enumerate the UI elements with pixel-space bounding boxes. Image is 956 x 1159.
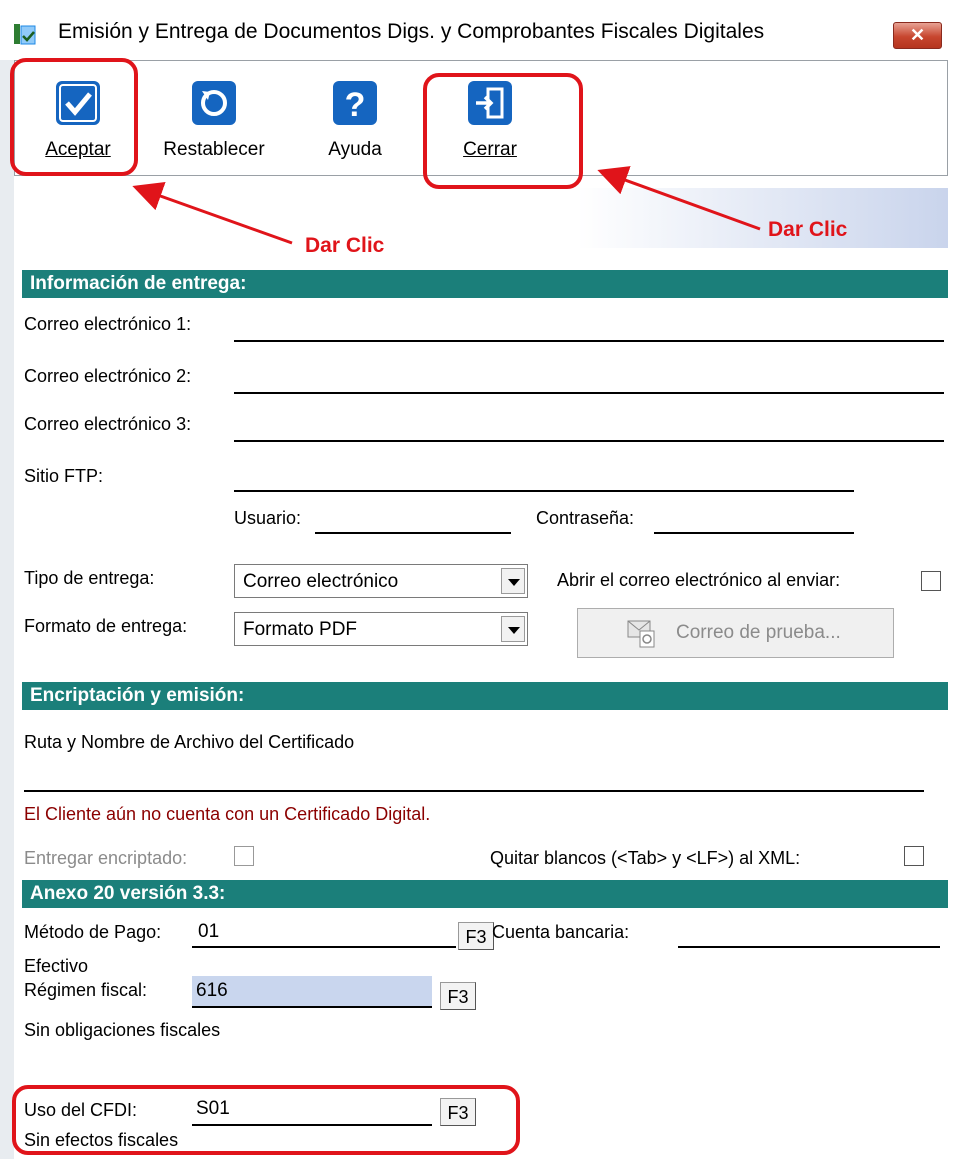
delivery-type-select[interactable]: Correo electrónico [234,564,528,598]
payment-method-f3-button[interactable]: F3 [458,922,494,950]
chevron-down-icon[interactable] [501,568,525,594]
payment-method-field[interactable]: 01 [192,916,456,948]
encrypted-checkbox[interactable] [234,846,254,866]
section-anexo: Anexo 20 versión 3.3: [22,880,948,908]
cert-path-label: Ruta y Nombre de Archivo del Certificado [24,732,355,752]
strip-blanks-label: Quitar blancos (<Tab> y <LF>) al XML: [490,848,801,868]
password-field[interactable] [654,502,854,534]
encrypted-label: Entregar encriptado: [24,848,188,868]
cert-warning: El Cliente aún no cuenta con un Certific… [24,804,431,824]
annotation-arrows [132,166,761,245]
payment-method-desc: Efectivo [24,956,89,976]
user-field[interactable] [315,502,511,534]
bank-account-label: Cuenta bancaria: [492,922,630,942]
highlight-cfdi [12,1085,520,1155]
cert-path-field[interactable] [24,760,924,792]
regime-field[interactable]: 616 [192,976,432,1008]
bank-account-field[interactable] [678,916,940,948]
password-label: Contraseña: [536,508,635,528]
email1-field[interactable] [234,310,944,342]
test-email-button[interactable]: Correo de prueba... [577,608,894,658]
chevron-down-icon[interactable] [501,616,525,642]
envelope-icon [627,620,655,648]
annotation-click-right: Dar Clic [768,218,848,241]
format-label: Formato de entrega: [24,616,188,636]
dialog-window: Emisión y Entrega de Documentos Digs. y … [0,0,956,1159]
email3-label: Correo electrónico 3: [24,414,192,434]
email2-field[interactable] [234,362,944,394]
ftp-field[interactable] [234,460,854,492]
annotation-click-left: Dar Clic [305,234,385,257]
email2-label: Correo electrónico 2: [24,366,192,386]
section-delivery: Información de entrega: [22,270,948,298]
user-label: Usuario: [234,508,302,528]
regime-label: Régimen fiscal: [24,980,148,1000]
regime-desc: Sin obligaciones fiscales [24,1020,221,1040]
regime-f3-button[interactable]: F3 [440,982,476,1010]
delivery-type-label: Tipo de entrega: [24,568,155,588]
payment-method-label: Método de Pago: [24,922,162,942]
test-email-label: Correo de prueba... [676,622,841,643]
format-select[interactable]: Formato PDF [234,612,528,646]
open-email-checkbox[interactable] [921,571,941,591]
strip-blanks-checkbox[interactable] [904,846,924,866]
section-encryption: Encriptación y emisión: [22,682,948,710]
open-email-label: Abrir el correo electrónico al enviar: [557,570,841,590]
ftp-label: Sitio FTP: [24,466,104,486]
email1-label: Correo electrónico 1: [24,314,192,334]
email3-field[interactable] [234,410,944,442]
